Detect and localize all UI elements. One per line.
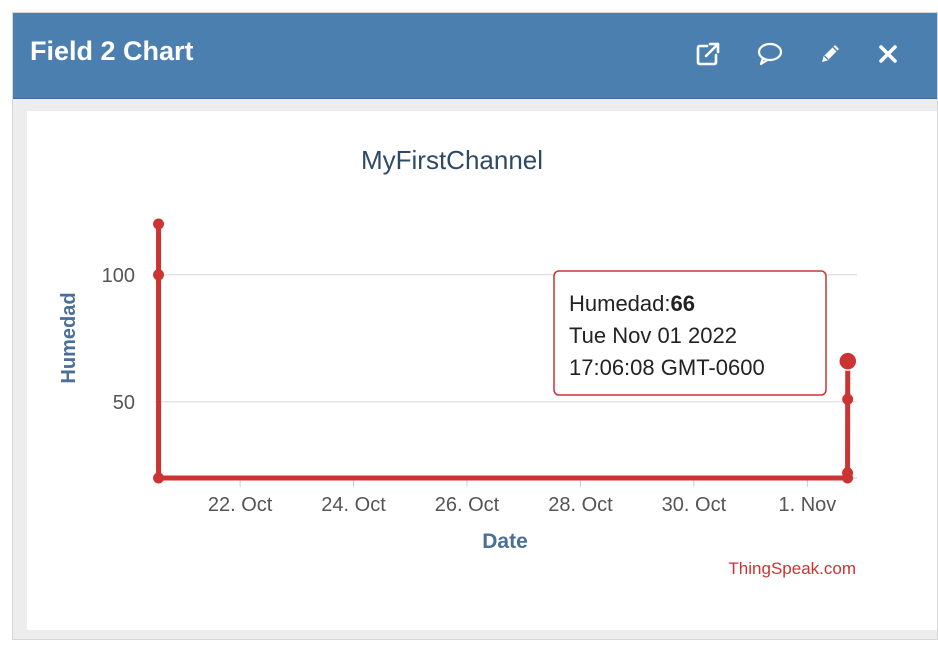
data-point — [153, 269, 165, 281]
widget-title: Field 2 Chart — [30, 36, 194, 66]
data-point — [842, 393, 854, 405]
comment-icon[interactable] — [753, 37, 787, 71]
close-icon[interactable] — [871, 37, 905, 71]
x-tick-label: 26. Oct — [435, 494, 500, 516]
tooltip: Humedad:66 Tue Nov 01 2022 17:06:08 GMT-… — [553, 270, 827, 396]
x-tick-label: 30. Oct — [662, 494, 727, 516]
pencil-icon[interactable] — [813, 37, 847, 71]
x-tick-label: 28. Oct — [548, 494, 613, 516]
data-point — [842, 467, 854, 479]
x-tick-label: 1. Nov — [778, 494, 836, 516]
tooltip-time: 17:06:08 GMT-0600 — [569, 355, 765, 380]
x-axis-title: Date — [482, 530, 528, 553]
x-tick-label: 22. Oct — [208, 494, 273, 516]
thingspeak-credit[interactable]: ThingSpeak.com — [728, 559, 856, 578]
x-tick-label: 24. Oct — [321, 494, 386, 516]
tooltip-date: Tue Nov 01 2022 — [569, 323, 737, 348]
data-point — [838, 351, 858, 371]
chart-panel: MyFirstChannel 50 100 22. Oct 24. Oct 26. O… — [27, 111, 937, 630]
y-tick-label: 100 — [102, 265, 135, 287]
external-link-icon[interactable] — [691, 37, 725, 71]
chart-svg: MyFirstChannel 50 100 22. Oct 24. Oct 26. O… — [58, 145, 858, 578]
tooltip-series-label: Humedad: — [569, 291, 671, 316]
data-point — [153, 218, 165, 230]
y-axis-title: Humedad — [58, 292, 80, 383]
y-tick-label: 50 — [113, 392, 135, 414]
chart-widget: Field 2 Chart MyFirstChannel 50 100 22. … — [12, 12, 938, 640]
widget-header: Field 2 Chart — [13, 13, 937, 99]
data-point — [153, 472, 165, 484]
svg-text:Humedad:66: Humedad:66 — [569, 291, 695, 316]
chart-title: MyFirstChannel — [361, 145, 543, 175]
tooltip-value: 66 — [671, 291, 695, 316]
